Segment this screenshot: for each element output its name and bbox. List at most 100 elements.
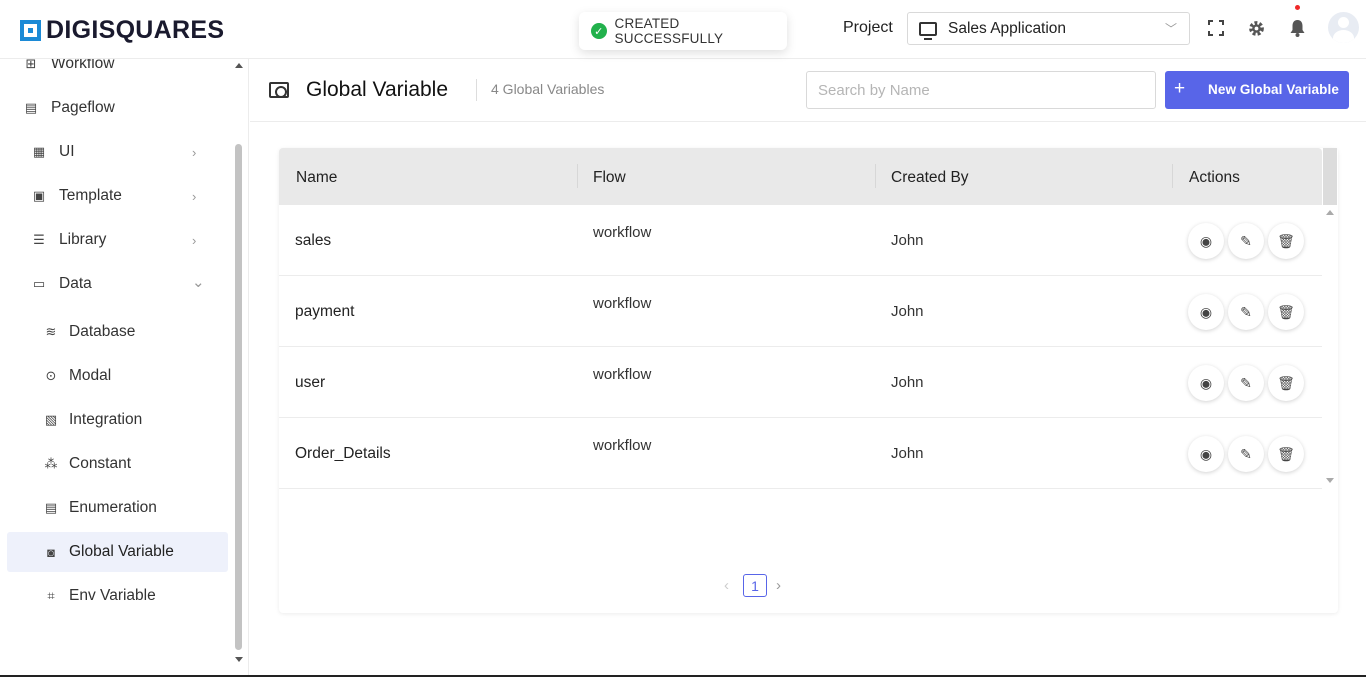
sidebar-item-label: Data [59,275,92,292]
sidebar-item-label: UI [59,143,75,160]
sidebar-item-modal[interactable]: ⊙ Modal [0,356,230,396]
edit-pencil-icon[interactable]: ✎ [1228,294,1264,330]
project-label: Project [843,19,893,36]
sidebar-item-label: Library [59,231,107,248]
database-icon: ≋ [45,324,57,339]
project-select[interactable]: Sales Application ﹀ [907,12,1190,45]
cell-name: Order_Details [295,445,391,462]
edit-pencil-icon[interactable]: ✎ [1228,223,1264,259]
project-select-value: Sales Application [948,19,1067,37]
cell-name: payment [295,303,355,320]
scroll-up-arrow-icon[interactable] [1326,210,1334,215]
sidebar-item-workflow[interactable]: ⊞ Workflow [0,59,230,84]
bell-icon[interactable] [1286,17,1308,39]
success-toast: ✓ CREATED SUCCESSFULLY [579,12,787,50]
app-logo[interactable]: DIGISQUARES [20,16,224,45]
constant-icon: ⁂ [44,456,58,471]
column-separator [577,164,578,188]
sidebar-item-template[interactable]: ▣ Template › [0,176,230,216]
sidebar-item-database[interactable]: ≋ Database [0,312,230,352]
gear-icon[interactable] [1245,17,1267,39]
cell-flow: workflow [593,224,652,241]
sidebar-item-label: Template [59,187,122,204]
cell-name: user [295,374,326,391]
column-header-actions: Actions [1189,169,1240,186]
view-eye-icon[interactable]: ◉ [1188,436,1224,472]
sidebar-item-label: Env Variable [69,587,156,604]
new-global-variable-button[interactable]: + New Global Variable [1165,71,1349,109]
notification-dot [1295,5,1300,10]
cell-created-by: John [891,232,924,249]
chevron-right-icon[interactable]: › [776,577,781,594]
cell-flow: workflow [593,437,652,454]
delete-trash-icon[interactable]: 🗑 [1268,294,1304,330]
delete-trash-icon[interactable]: 🗑 [1268,223,1304,259]
sidebar-item-env-variable[interactable]: ⌗ Env Variable [0,576,230,616]
sidebar-item-data[interactable]: ▭ Data ⌄ [0,264,230,304]
column-header-flow[interactable]: Flow [593,169,626,187]
table-row[interactable]: payment workflow John ◉ ✎ 🗑 [279,276,1322,347]
delete-trash-icon[interactable]: 🗑 [1268,365,1304,401]
edit-pencil-icon[interactable]: ✎ [1228,436,1264,472]
sidebar: ⊞ Workflow ▤ Pageflow ▦ UI › ▣ Template … [0,59,249,677]
modal-icon: ⊙ [45,368,57,383]
sidebar-item-enumeration[interactable]: ▤ Enumeration [0,488,230,528]
item-count: 4 Global Variables [491,81,605,97]
pagination: ‹ 1 › [724,574,794,600]
plus-icon: + [1174,78,1186,99]
chevron-left-icon[interactable]: ‹ [724,577,729,594]
cell-created-by: John [891,303,924,320]
data-icon: ▭ [32,276,46,291]
search-input[interactable] [806,71,1156,109]
column-separator [1172,164,1173,188]
cell-flow: workflow [593,366,652,383]
delete-trash-icon[interactable]: 🗑 [1268,436,1304,472]
view-eye-icon[interactable]: ◉ [1188,365,1224,401]
column-header-created-by[interactable]: Created By [891,169,969,187]
template-icon: ▣ [32,188,46,203]
sidebar-item-label: Database [69,323,136,340]
sidebar-item-label: Global Variable [69,543,174,560]
sidebar-scrollbar[interactable] [233,59,244,677]
sidebar-item-library[interactable]: ☰ Library › [0,220,230,260]
edit-pencil-icon[interactable]: ✎ [1228,365,1264,401]
chevron-right-icon: › [192,144,197,160]
scroll-down-arrow-icon[interactable] [235,657,243,662]
sidebar-item-constant[interactable]: ⁂ Constant [0,444,230,484]
sidebar-item-integration[interactable]: ▧ Integration [0,400,230,440]
table-header: Name Flow Created By Actions [279,148,1322,205]
workflow-icon: ⊞ [25,59,37,71]
scroll-thumb[interactable] [235,144,242,650]
avatar[interactable] [1328,12,1359,43]
logo-icon [20,20,41,41]
view-eye-icon[interactable]: ◉ [1188,294,1224,330]
fullscreen-icon[interactable] [1205,17,1227,39]
table-row[interactable]: user workflow John ◉ ✎ 🗑 [279,347,1322,418]
sidebar-item-global-variable[interactable]: ◙ Global Variable [7,532,228,572]
view-eye-icon[interactable]: ◉ [1188,223,1224,259]
table-card: Name Flow Created By Actions sales workf… [279,148,1338,613]
table-row[interactable]: Order_Details workflow John ◉ ✎ 🗑 [279,418,1322,489]
cell-flow: workflow [593,295,652,312]
top-header: DIGISQUARES ✓ CREATED SUCCESSFULLY Proje… [0,0,1366,59]
scroll-up-arrow-icon[interactable] [235,63,243,68]
sidebar-item-ui[interactable]: ▦ UI › [0,132,230,172]
chevron-right-icon: › [192,232,197,248]
table-row[interactable]: sales workflow John ◉ ✎ 🗑 [279,205,1322,276]
divider [476,79,477,101]
scroll-track [1323,148,1337,205]
chevron-down-icon: ﹀ [1164,22,1177,36]
enumeration-icon: ▤ [44,500,58,515]
check-circle-icon: ✓ [591,23,607,39]
table-scrollbar[interactable] [1323,148,1337,488]
sidebar-item-label: Constant [69,455,132,472]
scroll-down-arrow-icon[interactable] [1326,478,1334,483]
sidebar-item-pageflow[interactable]: ▤ Pageflow [0,88,230,128]
sidebar-item-label: Enumeration [69,499,157,516]
page-number-current[interactable]: 1 [743,574,767,597]
cell-created-by: John [891,374,924,391]
column-header-name[interactable]: Name [296,169,337,187]
chevron-right-icon: › [192,188,197,204]
pageflow-icon: ▤ [24,100,38,115]
new-button-label: New Global Variable [1208,82,1339,97]
